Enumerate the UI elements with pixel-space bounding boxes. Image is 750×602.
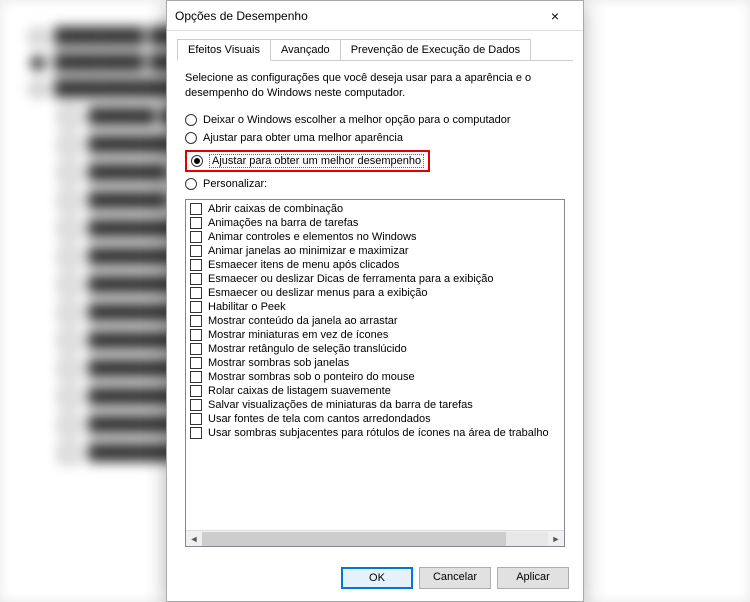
list-item[interactable]: Animar janelas ao minimizar e maximizar: [190, 244, 560, 258]
checkbox-icon: [190, 245, 202, 257]
cancel-button[interactable]: Cancelar: [419, 567, 491, 589]
radio-label: Deixar o Windows escolher a melhor opção…: [203, 114, 511, 126]
checkbox-icon: [190, 385, 202, 397]
dialog-title: Opções de Desempenho: [175, 9, 535, 23]
apply-button[interactable]: Aplicar: [497, 567, 569, 589]
close-icon[interactable]: ×: [535, 2, 575, 30]
intro-text: Selecione as configurações que você dese…: [185, 71, 565, 101]
tabs: Efeitos Visuais Avançado Prevenção de Ex…: [177, 39, 573, 61]
scroll-right-icon[interactable]: ►: [548, 532, 564, 546]
checkbox-icon: [190, 343, 202, 355]
checkbox-icon: [190, 217, 202, 229]
radio-icon: [185, 114, 197, 126]
list-item[interactable]: Esmaecer ou deslizar Dicas de ferramenta…: [190, 272, 560, 286]
checkbox-icon: [190, 287, 202, 299]
checkbox-icon: [190, 315, 202, 327]
tab-content: Selecione as configurações que você dese…: [167, 61, 583, 557]
checkbox-icon: [190, 399, 202, 411]
tab-dep[interactable]: Prevenção de Execução de Dados: [340, 39, 531, 60]
radio-icon: [185, 178, 197, 190]
effects-listbox: Abrir caixas de combinação Animações na …: [185, 199, 565, 547]
list-item[interactable]: Esmaecer itens de menu após clicados: [190, 258, 560, 272]
checkbox-icon: [190, 259, 202, 271]
list-item[interactable]: Usar fontes de tela com cantos arredonda…: [190, 412, 560, 426]
tab-advanced[interactable]: Avançado: [270, 39, 341, 60]
list-item[interactable]: Habilitar o Peek: [190, 300, 560, 314]
tab-visual-effects[interactable]: Efeitos Visuais: [177, 39, 271, 61]
list-item[interactable]: Animações na barra de tarefas: [190, 216, 560, 230]
radio-icon: [191, 155, 203, 167]
checkbox-icon: [190, 427, 202, 439]
performance-options-dialog: Opções de Desempenho × Efeitos Visuais A…: [166, 0, 584, 602]
scroll-track[interactable]: [202, 532, 548, 546]
checkbox-icon: [190, 357, 202, 369]
radio-label: Ajustar para obter um melhor desempenho: [209, 154, 424, 168]
list-item[interactable]: Salvar visualizações de miniaturas da ba…: [190, 398, 560, 412]
list-item[interactable]: Mostrar sombras sob o ponteiro do mouse: [190, 370, 560, 384]
list-item[interactable]: Abrir caixas de combinação: [190, 202, 560, 216]
effects-list-inner[interactable]: Abrir caixas de combinação Animações na …: [186, 200, 564, 530]
horizontal-scrollbar[interactable]: ◄ ►: [186, 530, 564, 546]
radio-custom[interactable]: Personalizar:: [185, 178, 565, 190]
list-item[interactable]: Esmaecer ou deslizar menus para a exibiç…: [190, 286, 560, 300]
radio-let-windows-choose[interactable]: Deixar o Windows escolher a melhor opção…: [185, 114, 565, 126]
checkbox-icon: [190, 329, 202, 341]
checkbox-icon: [190, 413, 202, 425]
dialog-buttons: OK Cancelar Aplicar: [167, 557, 583, 601]
highlight-box: Ajustar para obter um melhor desempenho: [185, 150, 430, 172]
checkbox-icon: [190, 203, 202, 215]
list-item[interactable]: Animar controles e elementos no Windows: [190, 230, 560, 244]
list-item[interactable]: Usar sombras subjacentes para rótulos de…: [190, 426, 560, 440]
scroll-thumb[interactable]: [202, 532, 506, 546]
list-item[interactable]: Mostrar conteúdo da janela ao arrastar: [190, 314, 560, 328]
checkbox-icon: [190, 273, 202, 285]
scroll-left-icon[interactable]: ◄: [186, 532, 202, 546]
radio-icon: [185, 132, 197, 144]
list-item[interactable]: Mostrar sombras sob janelas: [190, 356, 560, 370]
radio-label: Ajustar para obter uma melhor aparência: [203, 132, 403, 144]
titlebar: Opções de Desempenho ×: [167, 1, 583, 31]
radio-label: Personalizar:: [203, 178, 267, 190]
checkbox-icon: [190, 371, 202, 383]
ok-button[interactable]: OK: [341, 567, 413, 589]
list-item[interactable]: Rolar caixas de listagem suavemente: [190, 384, 560, 398]
checkbox-icon: [190, 301, 202, 313]
list-item[interactable]: Mostrar miniaturas em vez de ícones: [190, 328, 560, 342]
checkbox-icon: [190, 231, 202, 243]
radio-best-performance[interactable]: Ajustar para obter um melhor desempenho: [185, 150, 565, 172]
list-item[interactable]: Mostrar retângulo de seleção translúcido: [190, 342, 560, 356]
radio-best-appearance[interactable]: Ajustar para obter uma melhor aparência: [185, 132, 565, 144]
